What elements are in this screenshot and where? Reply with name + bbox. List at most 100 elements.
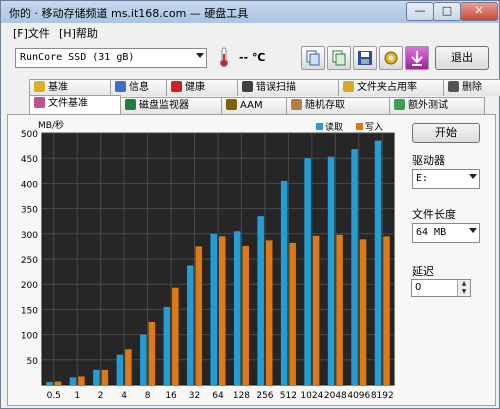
tab-label: 随机存取 [305, 100, 345, 111]
start-button[interactable]: 开始 [412, 123, 480, 143]
window-title: 你的 · 移动存储频道 ms.it168.com — 硬盘工具 [9, 7, 249, 20]
bar-read [304, 158, 311, 385]
y-tick-label: 50 [27, 357, 39, 367]
arrow-down-icon [411, 51, 423, 66]
x-tick-label: 256 [256, 391, 273, 401]
bar-write [312, 235, 320, 385]
file-length-label: 文件长度 [412, 208, 456, 221]
tab-tabs_row2-1[interactable]: 磁盘监视器 [120, 97, 222, 114]
bar-read [233, 231, 241, 385]
x-tick-label: 2048 [324, 391, 347, 401]
close-button[interactable]: ✕ [460, 2, 498, 21]
bar-read [69, 377, 77, 385]
tab-label: 信息 [129, 82, 149, 93]
bar-write [289, 242, 296, 385]
bar-write [54, 381, 62, 385]
drive-select[interactable]: RunCore SSD (31 gB) [15, 48, 207, 68]
copy-button[interactable] [301, 46, 325, 70]
x-tick-label: 4096 [347, 391, 370, 401]
bar-read [374, 140, 382, 385]
bar-read [93, 369, 100, 385]
spinner-buttons[interactable]: ▲ ▼ [457, 280, 470, 296]
tab-label: 基准 [48, 82, 68, 93]
legend-label: 写入 [365, 122, 383, 133]
tab-tabs_row2-0[interactable]: 文件基准 [29, 95, 121, 114]
bar-write [359, 239, 367, 385]
save-icon [358, 51, 372, 65]
bar-write [242, 245, 249, 385]
bar-read [210, 233, 217, 385]
drive-letter-select[interactable]: E: [412, 169, 480, 189]
maximize-button[interactable]: □ [433, 2, 461, 21]
tab-icon [171, 81, 182, 92]
drive-label: 驱动器 [412, 154, 445, 167]
tab-tabs_row1-1[interactable]: 信息 [110, 79, 167, 96]
legend-label: 读取 [325, 121, 343, 133]
bar-read [327, 156, 335, 385]
bar-write [78, 376, 85, 385]
x-tick-label: 16 [165, 391, 177, 401]
tab-icon [125, 99, 136, 110]
y-tick-label: 150 [21, 306, 38, 316]
delay-label: 延迟 [412, 265, 434, 278]
spin-up-icon[interactable]: ▲ [458, 280, 470, 288]
bar-write [101, 369, 109, 385]
y-tick-label: 400 [21, 180, 38, 190]
tab-label: 健康 [185, 82, 205, 93]
file-benchmark-panel: 50 100 150 200 250 300 350 400 450 500 MB/秒 0.5 1 2 4 8… [7, 114, 496, 406]
tab-label: 文件夹占用率 [357, 82, 417, 93]
spin-down-icon[interactable]: ▼ [458, 288, 470, 296]
tab-tabs_row1-0[interactable]: 基准 [29, 79, 111, 96]
tab-tabs_row1-2[interactable]: 健康 [166, 79, 238, 96]
menu-file[interactable]: [F]文件 [13, 25, 50, 41]
tab-tabs_row1-4[interactable]: 文件夹占用率 [338, 79, 444, 96]
tab-label: AAM [240, 100, 263, 111]
tab-icon [291, 99, 302, 110]
x-tick-label: 8 [145, 391, 151, 401]
x-tick-label: 64 [212, 391, 224, 401]
y-tick-label: 300 [21, 231, 38, 241]
bar-read [280, 180, 288, 385]
copy-icon [306, 50, 320, 66]
save-button[interactable] [353, 46, 377, 70]
delay-spinner[interactable]: 0 ▲ ▼ [411, 279, 471, 297]
copy-all-button[interactable] [327, 46, 351, 70]
y-axis-label: MB/秒 [38, 119, 64, 131]
thermometer-icon [215, 46, 233, 68]
drive-letter-value: E: [416, 173, 429, 184]
options-button[interactable] [379, 46, 403, 70]
menu-help[interactable]: [H]帮助 [59, 25, 98, 41]
file-length-select[interactable]: 64 MB [412, 223, 480, 243]
exit-button[interactable]: 退出 [435, 46, 489, 70]
y-tick-label: 250 [21, 256, 38, 266]
tab-tabs_row2-3[interactable]: 随机存取 [286, 97, 390, 114]
chevron-down-icon [469, 228, 477, 233]
y-tick-label: 100 [21, 332, 38, 342]
tab-label: 删除 [462, 82, 482, 93]
bar-write [265, 240, 273, 385]
x-tick-label: 1024 [300, 391, 323, 401]
y-tick-label: 500 [21, 130, 38, 140]
bar-write [125, 349, 132, 385]
title-bar[interactable]: 你的 · 移动存储频道 ms.it168.com — 硬盘工具 — □ ✕ [1, 1, 499, 23]
tab-tabs_row2-2[interactable]: AAM [221, 97, 287, 114]
tab-label: 文件基准 [48, 98, 88, 109]
bar-read [140, 334, 147, 385]
temperature-readout: -- ℃ [239, 51, 266, 64]
minimize-button[interactable]: — [406, 2, 434, 21]
app-window: 你的 · 移动存储频道 ms.it168.com — 硬盘工具 — □ ✕ [F… [0, 0, 500, 409]
bar-write [172, 287, 179, 385]
tab-tabs_row1-5[interactable]: 删除 [443, 79, 500, 96]
y-tick-label: 200 [21, 281, 38, 291]
x-tick-label: 8192 [371, 391, 394, 401]
drive-select-value: RunCore SSD (31 gB) [20, 52, 135, 63]
bar-read [257, 216, 264, 385]
x-tick-label: 0.5 [47, 391, 61, 401]
gear-icon [384, 51, 398, 65]
bar-write [383, 236, 390, 385]
tab-tabs_row1-3[interactable]: 错误扫描 [237, 79, 339, 96]
download-button[interactable] [405, 46, 429, 70]
chevron-down-icon [469, 174, 477, 179]
tab-tabs_row2-4[interactable]: 额外测试 [389, 97, 485, 114]
tab-icon [242, 81, 253, 92]
